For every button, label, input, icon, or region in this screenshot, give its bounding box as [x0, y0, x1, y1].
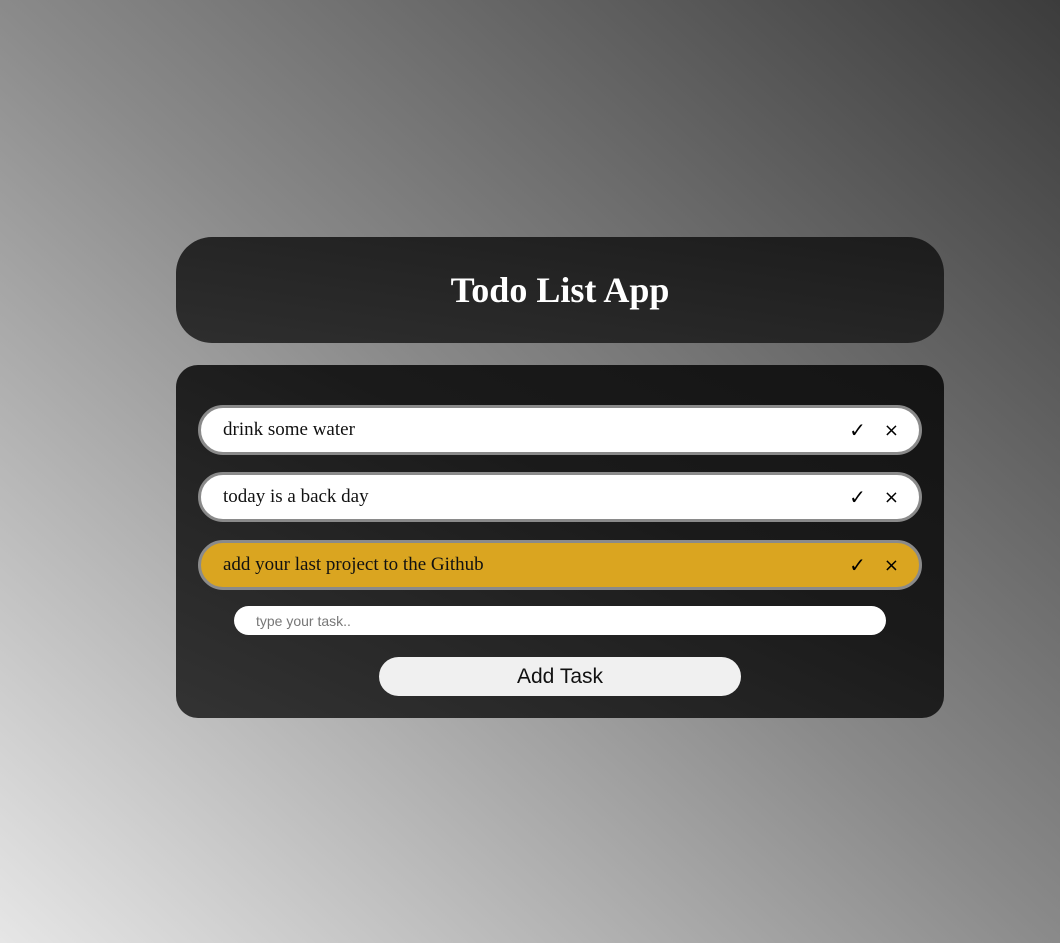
task-item[interactable]: drink some water ✓ ×	[198, 405, 922, 455]
close-icon[interactable]: ×	[884, 487, 899, 508]
close-icon[interactable]: ×	[884, 555, 899, 576]
task-input[interactable]	[234, 606, 886, 635]
task-text: add your last project to the Github	[223, 554, 484, 575]
check-icon[interactable]: ✓	[849, 553, 866, 577]
task-text: drink some water	[223, 419, 355, 440]
check-icon[interactable]: ✓	[849, 485, 866, 509]
add-task-button[interactable]: Add Task	[379, 657, 741, 696]
todo-list-card: drink some water ✓ × today is a back day…	[176, 365, 944, 718]
task-item-highlighted[interactable]: add your last project to the Github ✓ ×	[198, 540, 922, 590]
task-text: today is a back day	[223, 486, 369, 507]
page-title: Todo List App	[450, 270, 670, 310]
task-item[interactable]: today is a back day ✓ ×	[198, 472, 922, 522]
check-icon[interactable]: ✓	[849, 418, 866, 442]
close-icon[interactable]: ×	[884, 420, 899, 441]
header-card: Todo List App	[176, 237, 944, 343]
